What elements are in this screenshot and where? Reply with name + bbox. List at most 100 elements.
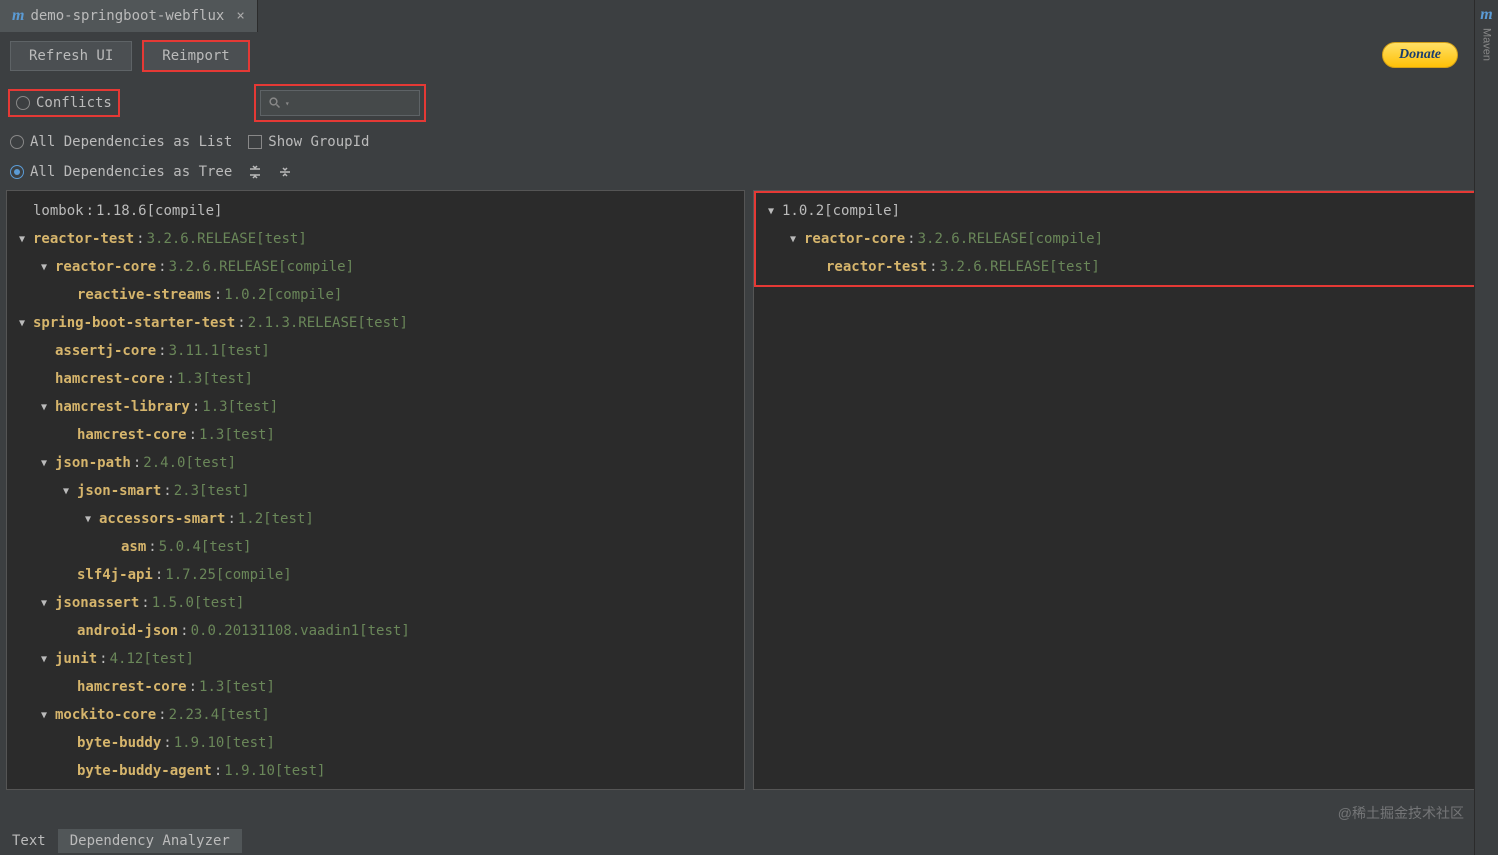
caret-icon[interactable]: ▼ <box>768 206 782 217</box>
conflicts-label: Conflicts <box>36 95 112 111</box>
dependency-scope: [test] <box>143 651 194 667</box>
tab-bar: m demo-springboot-webflux × <box>0 0 1498 32</box>
search-input[interactable] <box>294 96 411 111</box>
reimport-button[interactable]: Reimport <box>142 40 249 72</box>
tab-dependency-analyzer[interactable]: Dependency Analyzer <box>58 829 242 853</box>
caret-icon[interactable]: ▼ <box>63 486 77 497</box>
dependency-name: accessors-smart <box>99 511 225 527</box>
dependency-name: reactor-test <box>33 231 134 247</box>
dependency-version: 2.23.4 <box>169 707 220 723</box>
tree-row[interactable]: byte-buddy : 1.9.10 [test] <box>11 729 740 757</box>
refresh-button[interactable]: Refresh UI <box>10 41 132 71</box>
tree-row[interactable]: assertj-core : 3.11.1 [test] <box>11 337 740 365</box>
conflicts-radio[interactable]: Conflicts <box>8 89 120 117</box>
tree-row[interactable]: reactor-test : 3.2.6.RELEASE [test] <box>760 253 1485 281</box>
caret-icon[interactable]: ▼ <box>19 318 33 329</box>
caret-icon[interactable]: ▼ <box>41 458 55 469</box>
expand-all-icon[interactable] <box>246 163 264 181</box>
dependency-version: 3.2.6.RELEASE <box>940 259 1050 275</box>
close-icon[interactable]: × <box>236 8 244 24</box>
dependency-name: json-path <box>55 455 131 471</box>
all-list-radio[interactable]: All Dependencies as List <box>8 132 234 152</box>
donate-button[interactable]: Donate <box>1382 42 1458 68</box>
dependency-scope: [test] <box>275 763 326 779</box>
dependency-name: byte-buddy-agent <box>77 763 212 779</box>
dependency-scope: [compile] <box>1027 231 1103 247</box>
tree-row[interactable]: hamcrest-core : 1.3 [test] <box>11 421 740 449</box>
dependency-version: 5.0.4 <box>159 539 201 555</box>
tree-row[interactable]: ▼hamcrest-library : 1.3 [test] <box>11 393 740 421</box>
search-box[interactable]: ▾ <box>260 90 420 116</box>
tree-row[interactable]: ▼junit : 4.12 [test] <box>11 645 740 673</box>
dependency-name: jsonassert <box>55 595 139 611</box>
dependency-name: reactive-streams <box>77 287 212 303</box>
dependency-name: json-smart <box>77 483 161 499</box>
tree-row[interactable]: hamcrest-core : 1.3 [test] <box>11 673 740 701</box>
caret-icon[interactable]: ▼ <box>790 234 804 245</box>
tree-row[interactable]: lombok : 1.18.6 [compile] <box>11 197 740 225</box>
all-tree-radio[interactable]: All Dependencies as Tree <box>8 162 234 182</box>
right-sidebar: m Maven <box>1474 0 1498 855</box>
radio-icon <box>10 165 24 179</box>
tree-row[interactable]: ▼jsonassert : 1.5.0 [test] <box>11 589 740 617</box>
caret-icon[interactable]: ▼ <box>41 710 55 721</box>
caret-icon[interactable]: ▼ <box>41 402 55 413</box>
dependency-version: 1.5.0 <box>152 595 194 611</box>
tree-row[interactable]: ▼json-smart : 2.3 [test] <box>11 477 740 505</box>
tree-row[interactable]: ▼reactor-core : 3.2.6.RELEASE [compile] <box>11 253 740 281</box>
dependency-version: 4.12 <box>110 651 144 667</box>
dependency-version: 1.2 <box>238 511 263 527</box>
tree-row[interactable]: ▼1.0.2 [compile] <box>760 197 1485 225</box>
dependency-scope: [test] <box>359 623 410 639</box>
tab-text[interactable]: Text <box>0 829 58 853</box>
dependency-name: slf4j-api <box>77 567 153 583</box>
caret-icon[interactable]: ▼ <box>19 234 33 245</box>
tree-row[interactable]: ▼reactor-test : 3.2.6.RELEASE [test] <box>11 225 740 253</box>
tree-row[interactable]: ▼accessors-smart : 1.2 [test] <box>11 505 740 533</box>
dependency-name: spring-boot-starter-test <box>33 315 235 331</box>
maven-icon: m <box>12 7 24 25</box>
dependency-scope: [test] <box>185 455 236 471</box>
dependency-version: 1.3 <box>199 427 224 443</box>
dependency-version: 1.3 <box>177 371 202 387</box>
dependency-name: reactor-core <box>804 231 905 247</box>
dependency-name: reactor-core <box>55 259 156 275</box>
tree-row[interactable]: ▼reactor-core : 3.2.6.RELEASE [compile] <box>760 225 1485 253</box>
dependency-name: hamcrest-core <box>77 427 187 443</box>
dependency-version: 1.3 <box>202 399 227 415</box>
dependency-version: 2.4.0 <box>143 455 185 471</box>
bottom-tabs: Text Dependency Analyzer <box>0 827 242 855</box>
caret-icon[interactable]: ▼ <box>41 654 55 665</box>
dependency-name: hamcrest-library <box>55 399 190 415</box>
dependency-scope: [test] <box>219 707 270 723</box>
maven-icon[interactable]: m <box>1480 6 1492 24</box>
collapse-all-icon[interactable] <box>276 163 294 181</box>
tree-row[interactable]: ▼spring-boot-starter-test : 2.1.3.RELEAS… <box>11 309 740 337</box>
dependency-scope: [test] <box>201 539 252 555</box>
show-groupid-checkbox[interactable]: Show GroupId <box>246 132 371 152</box>
tree-row[interactable]: ▼json-path : 2.4.0 [test] <box>11 449 740 477</box>
maven-label[interactable]: Maven <box>1481 28 1493 61</box>
tree-row[interactable]: slf4j-api : 1.7.25 [compile] <box>11 561 740 589</box>
dependency-name: reactor-test <box>826 259 927 275</box>
caret-icon[interactable]: ▼ <box>85 514 99 525</box>
dependency-tree-left[interactable]: lombok : 1.18.6 [compile]▼reactor-test :… <box>6 190 745 790</box>
dependency-scope: [test] <box>219 343 270 359</box>
dependency-name: asm <box>121 539 146 555</box>
tree-row[interactable]: ▼mockito-core : 2.23.4 [test] <box>11 701 740 729</box>
tree-row[interactable]: byte-buddy-agent : 1.9.10 [test] <box>11 757 740 785</box>
caret-icon[interactable]: ▼ <box>41 598 55 609</box>
tree-row[interactable]: reactive-streams : 1.0.2 [compile] <box>11 281 740 309</box>
project-tab[interactable]: m demo-springboot-webflux × <box>0 0 258 32</box>
dependency-tree-right[interactable]: ▼1.0.2 [compile]▼reactor-core : 3.2.6.RE… <box>753 190 1492 790</box>
tree-row[interactable]: hamcrest-core : 1.3 [test] <box>11 365 740 393</box>
dependency-scope: [test] <box>224 427 275 443</box>
dependency-scope: [test] <box>228 399 279 415</box>
all-tree-label: All Dependencies as Tree <box>30 164 232 180</box>
dependency-scope: [test] <box>357 315 408 331</box>
dependency-scope: [compile] <box>216 567 292 583</box>
tree-row[interactable]: asm : 5.0.4 [test] <box>11 533 740 561</box>
tree-row[interactable]: android-json : 0.0.20131108.vaadin1 [tes… <box>11 617 740 645</box>
caret-icon[interactable]: ▼ <box>41 262 55 273</box>
radio-icon <box>16 96 30 110</box>
